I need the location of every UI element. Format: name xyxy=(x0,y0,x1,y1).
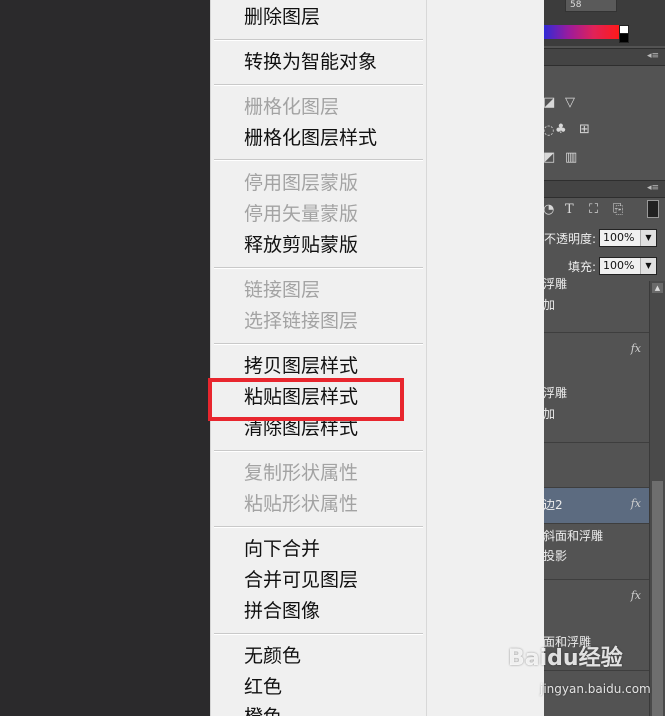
fill-value: 100% xyxy=(603,259,635,272)
menu-item-no-color[interactable]: 无颜色 xyxy=(244,642,444,670)
menu-item-red[interactable]: 红色 xyxy=(244,673,444,701)
black-swatch[interactable] xyxy=(619,33,629,43)
canvas-background xyxy=(0,0,210,716)
layer-row-selected[interactable]: 边2 fx xyxy=(543,488,649,524)
menu-item-flatten-image[interactable]: 拼合图像 xyxy=(244,597,444,625)
channel-mixer-icon[interactable]: ♣ xyxy=(555,123,567,137)
menu-separator xyxy=(214,267,423,269)
fill-label: 填充: xyxy=(568,260,597,274)
layer-effect-label: 加 xyxy=(543,298,556,312)
menu-item-paste-shape-attributes[interactable]: 粘贴形状属性 xyxy=(244,490,444,518)
menu-item-copy-shape-attributes[interactable]: 复制形状属性 xyxy=(244,459,444,487)
fill-field[interactable]: 100% ▼ xyxy=(599,257,657,275)
smart-object-filter-icon[interactable]: ⎘ xyxy=(613,203,623,217)
layer-row[interactable]: 浮雕 加 xyxy=(543,277,649,333)
menu-item-merge-down[interactable]: 向下合并 xyxy=(244,535,444,563)
menu-separator xyxy=(214,343,423,345)
menu-item-rasterize-layer[interactable]: 栅格化图层 xyxy=(244,93,444,121)
panel-tab-bar: ◂≡ xyxy=(543,48,665,66)
annotation-highlight-box xyxy=(208,378,404,421)
type-filter-icon[interactable]: T xyxy=(565,203,574,217)
panel-menu-icon[interactable]: ◂≡ xyxy=(647,51,661,61)
menu-separator xyxy=(214,39,423,41)
opacity-value: 100% xyxy=(603,231,635,244)
menu-item-merge-visible[interactable]: 合并可见图层 xyxy=(244,566,444,594)
opacity-label: 不透明度: xyxy=(544,232,597,246)
fx-icon[interactable]: fx xyxy=(631,589,641,602)
menu-item-select-linked-layers[interactable]: 选择链接图层 xyxy=(244,307,444,335)
menu-separator xyxy=(214,450,423,452)
menu-item-disable-layer-mask[interactable]: 停用图层蒙版 xyxy=(244,169,444,197)
layer-context-menu: 删除图层 转换为智能对象 栅格化图层 栅格化图层样式 停用图层蒙版 停用矢量蒙版… xyxy=(210,0,544,716)
scroll-up-icon[interactable]: ▲ xyxy=(652,283,663,293)
color-lookup-icon[interactable]: ⊞ xyxy=(579,123,590,137)
baidu-jingyan-logo: Baidu经验 xyxy=(508,646,623,671)
fill-dropdown-icon[interactable]: ▼ xyxy=(640,258,656,274)
filter-toggle[interactable] xyxy=(647,200,659,218)
gradient-map-icon[interactable]: ▥ xyxy=(565,151,577,165)
menu-separator xyxy=(214,526,423,528)
right-panels: 58 ◂≡ ◪ ▽ ◌ ♣ ⊞ ◩ ▥ ◂≡ ◔ T ⛶ ⎘ 不透明度: 100… xyxy=(543,0,665,716)
opacity-field[interactable]: 100% ▼ xyxy=(599,229,657,247)
layer-row[interactable]: 斜面和浮雕 投影 xyxy=(543,524,649,580)
layers-menu-icon[interactable]: ◂≡ xyxy=(647,183,661,193)
menu-separator xyxy=(214,633,423,635)
watermark-url: jingyan.baidu.com xyxy=(540,682,651,696)
menu-item-rasterize-layer-style[interactable]: 栅格化图层样式 xyxy=(244,124,444,152)
color-value-field[interactable]: 58 xyxy=(565,0,617,12)
layers-tab-bar: ◂≡ xyxy=(543,180,665,198)
layer-row[interactable] xyxy=(543,443,649,488)
menu-item-orange[interactable]: 橙色 xyxy=(244,703,444,716)
menu-separator xyxy=(214,84,423,86)
curves-icon[interactable]: ◪ xyxy=(543,96,555,110)
menu-item-disable-vector-mask[interactable]: 停用矢量蒙版 xyxy=(244,200,444,228)
hue-icon[interactable]: ◌ xyxy=(543,124,554,138)
opacity-dropdown-icon[interactable]: ▼ xyxy=(640,230,656,246)
layer-effect-label: 浮雕 xyxy=(543,386,568,400)
filter-icon[interactable]: ◔ xyxy=(543,203,554,217)
menu-separator xyxy=(214,159,423,161)
menu-item-release-clipping-mask[interactable]: 释放剪贴蒙版 xyxy=(244,231,444,259)
adjustments-panel: ◪ ▽ ◌ ♣ ⊞ ◩ ▥ xyxy=(543,66,665,178)
fx-icon[interactable]: fx xyxy=(631,342,641,355)
color-panel: 58 xyxy=(543,0,665,46)
menu-item-link-layers[interactable]: 链接图层 xyxy=(244,276,444,304)
layer-effect-label: 浮雕 xyxy=(543,277,568,291)
layer-row[interactable]: fx 浮雕 加 xyxy=(543,333,649,443)
menu-item-delete-layer[interactable]: 删除图层 xyxy=(244,3,444,31)
fx-icon[interactable]: fx xyxy=(631,497,641,510)
layer-effect-label: 斜面和浮雕 xyxy=(543,529,604,543)
layer-effect-label: 加 xyxy=(543,407,556,421)
menu-item-convert-smart-object[interactable]: 转换为智能对象 xyxy=(244,48,444,76)
threshold-icon[interactable]: ◩ xyxy=(543,151,555,165)
gradient-triangle-icon[interactable]: ▽ xyxy=(565,96,575,110)
color-spectrum[interactable] xyxy=(543,25,619,39)
layer-effect-label: 投影 xyxy=(543,549,568,563)
layers-scrollbar[interactable]: ▲ xyxy=(649,281,665,716)
menu-item-copy-layer-style[interactable]: 拷贝图层样式 xyxy=(244,352,444,380)
layer-name: 边2 xyxy=(543,498,563,512)
shape-filter-icon[interactable]: ⛶ xyxy=(589,203,598,217)
scroll-thumb[interactable] xyxy=(652,481,663,716)
baidu-watermark: Baidu经验 jingyan.baidu.com xyxy=(500,640,651,706)
